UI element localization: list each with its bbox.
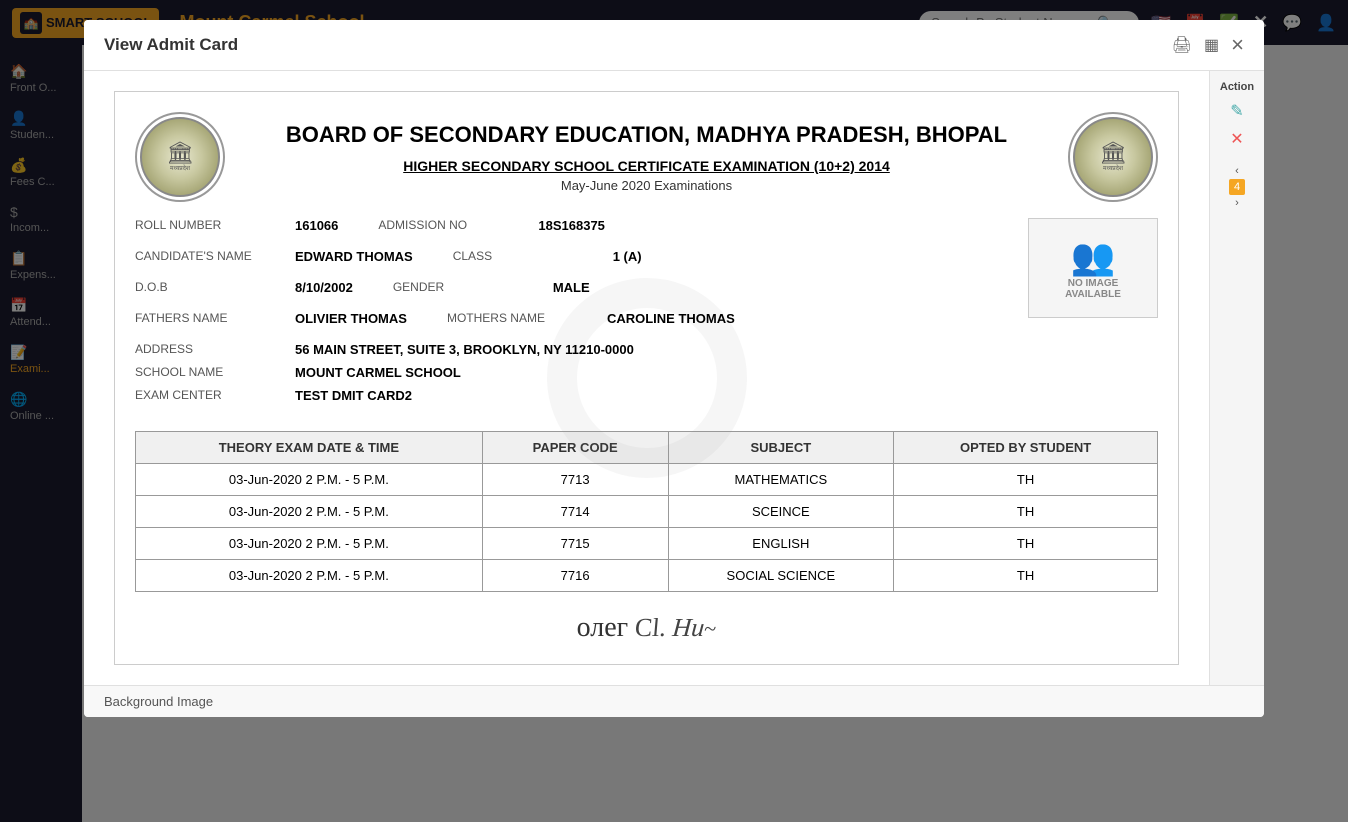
school-name-row: SCHOOL NAME MOUNT CARMEL SCHOOL: [135, 365, 1008, 380]
mothers-name-value: CAROLINE THOMAS: [607, 311, 735, 326]
student-photo: 👥 NO IMAGEAVAILABLE: [1028, 218, 1158, 318]
modal-header: View Admit Card 🖨 ▦ ×: [84, 20, 1264, 71]
board-logo-left: 🏛 मध्यप्रदेश: [135, 112, 225, 202]
delete-action-button[interactable]: ✕: [1230, 129, 1243, 149]
cell-opted-3: TH: [894, 528, 1158, 560]
cell-subject-1: MATHEMATICS: [668, 464, 894, 496]
school-name-row-label: SCHOOL NAME: [135, 365, 295, 380]
cell-date-2: 03-Jun-2020 2 P.M. - 5 P.M.: [136, 496, 483, 528]
modal-body: 🏛 मध्यप्रदेश BOARD OF SECONDARY EDUCATIO…: [84, 71, 1209, 685]
col-header-date: THEORY EXAM DATE & TIME: [136, 432, 483, 464]
dob-value: 8/10/2002: [295, 280, 353, 295]
mothers-name-row: MOTHERS NAME CAROLINE THOMAS: [447, 311, 735, 326]
cell-subject-4: SOCIAL SCIENCE: [668, 560, 894, 592]
dob-label: D.O.B: [135, 280, 295, 295]
exam-center-label: EXAM CENTER: [135, 388, 295, 403]
roll-number-row: ROLL NUMBER 161066: [135, 218, 338, 233]
cell-code-2: 7714: [482, 496, 668, 528]
logo-emblem-right: 🏛 मध्यप्रदेश: [1073, 117, 1153, 197]
cell-opted-1: TH: [894, 464, 1158, 496]
roll-number-label: ROLL NUMBER: [135, 218, 295, 233]
table-row: 03-Jun-2020 2 P.M. - 5 P.M. 7714 SCEINCE…: [136, 496, 1158, 528]
modal-layout-icon[interactable]: ▦: [1204, 35, 1219, 55]
pagination-section: ‹ 4 ›: [1229, 165, 1245, 209]
page-current: 4: [1229, 179, 1245, 195]
action-label: Action: [1220, 81, 1254, 93]
page-next-btn[interactable]: ›: [1235, 197, 1239, 209]
modal-overlay: View Admit Card 🖨 ▦ ×: [0, 0, 1348, 822]
logo-emblem-icon-left: 🏛: [166, 140, 194, 166]
cell-opted-2: TH: [894, 496, 1158, 528]
fathers-name-label: FATHERS NAME: [135, 311, 295, 326]
modal-print-icon[interactable]: 🖨: [1172, 35, 1192, 55]
action-panel: Action ✎ ✕ ‹ 4 ›: [1209, 71, 1264, 685]
admission-no-value: 18S168375: [538, 218, 605, 233]
candidate-name-value: EDWARD THOMAS: [295, 249, 413, 264]
cell-code-4: 7716: [482, 560, 668, 592]
admission-no-row: ADMISSION NO 18S168375: [378, 218, 605, 233]
page-prev-btn[interactable]: ‹: [1235, 165, 1239, 177]
background-image-label: Background Image: [104, 694, 213, 709]
signature-section: олег Cl. Hu~: [135, 612, 1158, 644]
address-value: 56 MAIN STREET, SUITE 3, BROOKLYN, NY 11…: [295, 342, 634, 357]
col-header-opted: OPTED BY STUDENT: [894, 432, 1158, 464]
dob-row: D.O.B 8/10/2002: [135, 280, 353, 295]
gender-label: GENDER: [393, 280, 553, 295]
mothers-name-label: MOTHERS NAME: [447, 311, 607, 326]
fathers-name-row: FATHERS NAME OLIVIER THOMAS: [135, 311, 407, 326]
admit-title-section: BOARD OF SECONDARY EDUCATION, MADHYA PRA…: [225, 121, 1068, 193]
exam-subtitle: May-June 2020 Examinations: [245, 178, 1048, 193]
candidate-name-row: CANDIDATE'S NAME EDWARD THOMAS: [135, 249, 413, 264]
table-row: 03-Jun-2020 2 P.M. - 5 P.M. 7715 ENGLISH…: [136, 528, 1158, 560]
exam-center-row: EXAM CENTER TEST DMIT CARD2: [135, 388, 1008, 403]
edit-action-button[interactable]: ✎: [1230, 101, 1243, 121]
admit-header: 🏛 मध्यप्रदेश BOARD OF SECONDARY EDUCATIO…: [135, 112, 1158, 202]
school-name-row-value: MOUNT CARMEL SCHOOL: [295, 365, 461, 380]
modal-bottom-bar: Background Image: [84, 685, 1264, 717]
cell-opted-4: TH: [894, 560, 1158, 592]
modal-close-button[interactable]: ×: [1231, 34, 1244, 56]
info-section: ROLL NUMBER 161066 ADMISSION NO 18S16837…: [135, 218, 1158, 411]
board-title: BOARD OF SECONDARY EDUCATION, MADHYA PRA…: [245, 121, 1048, 150]
cell-code-3: 7715: [482, 528, 668, 560]
cell-date-3: 03-Jun-2020 2 P.M. - 5 P.M.: [136, 528, 483, 560]
table-row: 03-Jun-2020 2 P.M. - 5 P.M. 7716 SOCIAL …: [136, 560, 1158, 592]
modal-title: View Admit Card: [104, 35, 238, 55]
info-left: ROLL NUMBER 161066 ADMISSION NO 18S16837…: [135, 218, 1008, 411]
board-logo-right: 🏛 मध्यप्रदेश: [1068, 112, 1158, 202]
logo-text-left: मध्यप्रदेश: [170, 166, 190, 173]
no-image-person-icon: 👥: [1071, 236, 1116, 278]
signature-text: Cl. Hu~: [634, 613, 718, 643]
fathers-name-value: OLIVIER THOMAS: [295, 311, 407, 326]
gender-row: GENDER MALE: [393, 280, 590, 295]
roll-number-value: 161066: [295, 218, 338, 233]
exam-title: HIGHER SECONDARY SCHOOL CERTIFICATE EXAM…: [245, 158, 1048, 174]
address-label: ADDRESS: [135, 342, 295, 357]
gender-value: MALE: [553, 280, 590, 295]
candidate-name-label: CANDIDATE'S NAME: [135, 249, 295, 264]
admit-card-modal: View Admit Card 🖨 ▦ ×: [84, 20, 1264, 717]
cell-date-1: 03-Jun-2020 2 P.M. - 5 P.M.: [136, 464, 483, 496]
logo-emblem-icon-right: 🏛: [1099, 140, 1127, 166]
class-value: 1 (A): [613, 249, 642, 264]
admit-card: 🏛 मध्यप्रदेश BOARD OF SECONDARY EDUCATIO…: [114, 91, 1179, 665]
cell-subject-3: ENGLISH: [668, 528, 894, 560]
logo-emblem-left: 🏛 मध्यप्रदेश: [140, 117, 220, 197]
address-row: ADDRESS 56 MAIN STREET, SUITE 3, BROOKLY…: [135, 342, 1008, 357]
cell-subject-2: SCEINCE: [668, 496, 894, 528]
cell-date-4: 03-Jun-2020 2 P.M. - 5 P.M.: [136, 560, 483, 592]
logo-text-right: मध्यप्रदेश: [1103, 166, 1123, 173]
exam-center-value: TEST DMIT CARD2: [295, 388, 412, 403]
class-row: CLASS 1 (A): [453, 249, 642, 264]
exam-table-body: 03-Jun-2020 2 P.M. - 5 P.M. 7713 MATHEMA…: [136, 464, 1158, 592]
no-image-text: NO IMAGEAVAILABLE: [1065, 278, 1121, 300]
admission-no-label: ADMISSION NO: [378, 218, 538, 233]
signature: олег: [577, 612, 636, 643]
class-label: CLASS: [453, 249, 613, 264]
